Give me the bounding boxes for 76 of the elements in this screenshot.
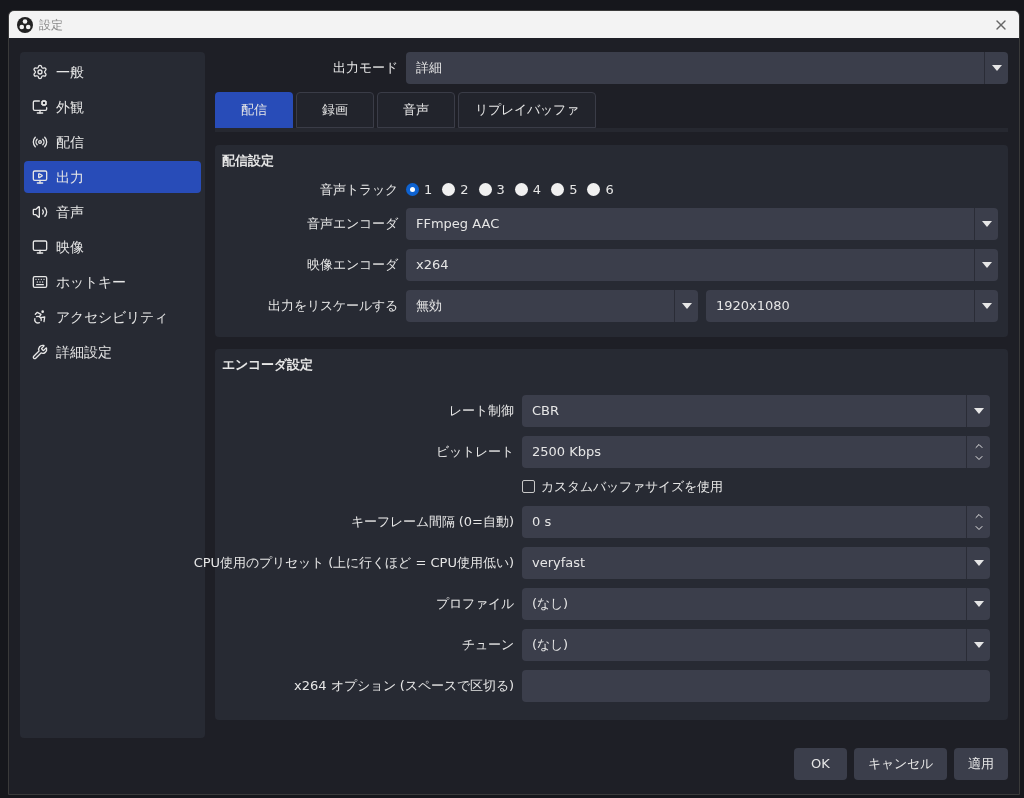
field-label: チューン: [462, 635, 514, 654]
dropdown[interactable]: 1920x1080: [706, 290, 998, 322]
checkbox[interactable]: [522, 480, 535, 493]
spin-box[interactable]: 0 s: [522, 505, 990, 538]
radio-button[interactable]: [514, 182, 528, 196]
screen-icon: [32, 169, 48, 185]
radio-button[interactable]: [478, 182, 492, 196]
caret-icon: [973, 407, 984, 414]
caret-icon: [681, 303, 692, 309]
spin-box[interactable]: 2500 Kbps: [522, 435, 990, 468]
caret-icon: [991, 65, 1002, 71]
radio-label: 3: [496, 180, 505, 199]
sidebar-item[interactable]: 一般: [24, 56, 201, 88]
field-label: CPU使用のプリセット (上に行くほど = CPU使用低い): [193, 553, 514, 572]
field-label: 出力モード: [333, 59, 398, 78]
dropdown[interactable]: CBR: [522, 394, 990, 427]
tab[interactable]: 配信: [215, 92, 293, 128]
speaker-icon: [32, 204, 48, 220]
field-label: 音声トラック: [320, 180, 398, 199]
antenna-icon: [32, 134, 48, 150]
caret-icon: [981, 303, 992, 309]
field-label: キーフレーム間隔 (0=自動): [350, 512, 514, 531]
sidebar-item[interactable]: アクセシビリティ: [24, 301, 201, 333]
caret-icon: [981, 221, 992, 227]
caret-icon: [973, 600, 984, 607]
dropdown[interactable]: veryfast: [522, 546, 990, 579]
monitor-icon: [32, 239, 48, 255]
radio-label: 1: [424, 180, 433, 199]
sidebar-item[interactable]: 外観: [24, 91, 201, 123]
radio-label: 6: [605, 180, 614, 199]
dialog-button[interactable]: 適用: [954, 748, 1008, 780]
radio-label: 4: [532, 180, 542, 199]
keyboard-icon: [32, 274, 48, 290]
radio-label: 2: [460, 180, 469, 199]
sidebar-item[interactable]: ホットキー: [24, 266, 201, 298]
field-label: 音声エンコーダ: [307, 215, 398, 234]
tab[interactable]: リプレイバッファ: [458, 92, 596, 128]
dropdown[interactable]: 無効: [406, 290, 698, 322]
group-title: 配信設定: [221, 152, 275, 170]
tools-icon: [32, 344, 48, 360]
dialog-button[interactable]: キャンセル: [854, 748, 947, 780]
caret-icon: [973, 559, 984, 566]
dropdown[interactable]: FFmpeg AAC: [406, 208, 998, 240]
radio-label: 5: [569, 180, 578, 199]
field-label: プロファイル: [436, 594, 514, 613]
sidebar-item[interactable]: 出力: [24, 161, 201, 193]
sidebar-item[interactable]: 音声: [24, 196, 201, 228]
dropdown[interactable]: x264: [406, 249, 998, 281]
sidebar-item[interactable]: 配信: [24, 126, 201, 158]
tab[interactable]: 音声: [377, 92, 455, 128]
input-field[interactable]: [522, 669, 990, 702]
dropdown[interactable]: (なし): [522, 628, 990, 661]
sidebar-item[interactable]: 映像: [24, 231, 201, 263]
group-title: エンコーダ設定: [221, 356, 314, 374]
caret-icon: [973, 641, 984, 648]
dialog-button[interactable]: OK: [794, 748, 847, 780]
field-label: レート制御: [449, 401, 514, 420]
radio-button[interactable]: [442, 182, 456, 196]
caret-icon: [981, 262, 992, 268]
tab[interactable]: 録画: [296, 92, 374, 128]
monitor-icon: [32, 99, 48, 115]
field-label: 映像エンコーダ: [307, 256, 398, 275]
checkbox-label: カスタムバッファサイズを使用: [541, 477, 723, 496]
field-label: ビットレート: [436, 442, 514, 461]
dropdown[interactable]: 詳細: [406, 52, 1008, 84]
dropdown[interactable]: (なし): [522, 587, 990, 620]
field-label: x264 オプション (スペースで区切る): [294, 676, 514, 695]
radio-button[interactable]: [587, 182, 601, 196]
window-title: 設定: [39, 16, 64, 34]
radio-button[interactable]: [406, 182, 419, 196]
app-logo-icon: [17, 16, 33, 33]
accessibility-icon: [32, 309, 48, 325]
field-label: 出力をリスケールする: [268, 297, 398, 316]
radio-button[interactable]: [551, 182, 565, 196]
gear-icon: [32, 64, 48, 80]
sidebar-item[interactable]: 詳細設定: [24, 336, 201, 368]
